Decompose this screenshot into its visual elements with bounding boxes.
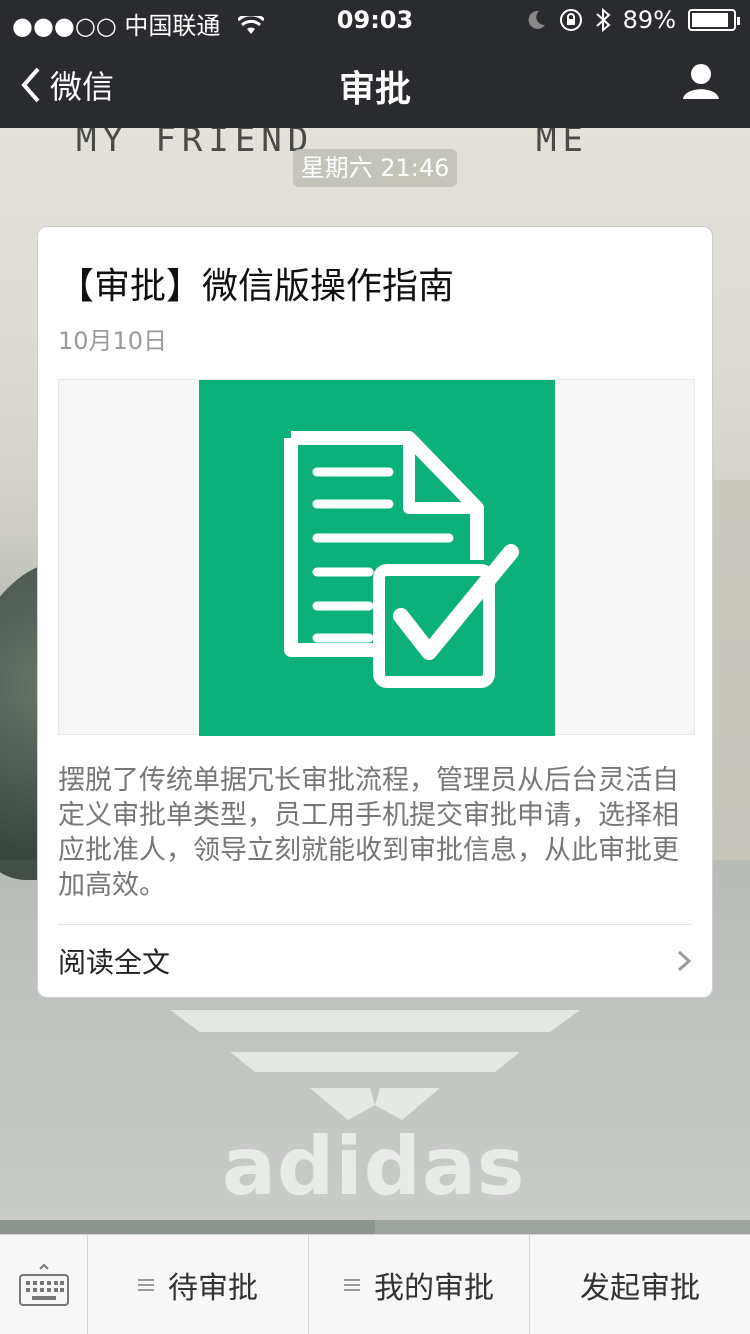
article-date: 10月10日 — [58, 327, 168, 355]
card-divider — [58, 924, 692, 925]
menu-lines-icon — [344, 1276, 360, 1294]
article-title: 【审批】微信版操作指南 — [58, 266, 455, 307]
menu-item-label: 发起审批 — [580, 1271, 700, 1306]
status-right: 89% — [525, 6, 740, 34]
keyboard-toggle-button[interactable] — [0, 1235, 88, 1334]
profile-button[interactable] — [682, 62, 720, 104]
chevron-right-icon — [677, 950, 692, 972]
article-cover-image — [58, 379, 695, 736]
top-bar: ●●●○○ 中国联通 09:03 89% 微信 审批 — [0, 0, 750, 128]
read-more-link[interactable]: 阅读全文 — [58, 927, 692, 995]
article-card[interactable]: 【审批】微信版操作指南 10月10日 摆脱了传统单据冗长审批流程，管理员从后台灵… — [37, 226, 713, 998]
user-icon — [683, 64, 719, 99]
read-more-label: 阅读全文 — [58, 946, 171, 979]
battery-fill — [692, 13, 728, 27]
page-title: 审批 — [338, 69, 411, 110]
menu-lines-icon — [138, 1276, 154, 1294]
article-description: 摆脱了传统单据冗长审批流程，管理员从后台灵活自定义审批单类型，员工用手机提交审批… — [58, 765, 679, 901]
status-bar: ●●●○○ 中国联通 09:03 89% — [0, 0, 750, 40]
menu-item-mine[interactable]: 我的审批 — [309, 1235, 530, 1334]
battery-percent: 89% — [622, 6, 676, 34]
message-timestamp: 星期六 21:46 — [293, 149, 457, 187]
bottom-menu: 待审批 我的审批 发起审批 — [0, 1234, 750, 1334]
menu-item-create[interactable]: 发起审批 — [530, 1235, 750, 1334]
nav-bar: 微信 审批 — [0, 40, 750, 128]
bluetooth-icon — [595, 8, 611, 32]
keyboard-icon — [18, 1263, 69, 1306]
battery-icon — [688, 9, 740, 31]
menu-item-label: 我的审批 — [374, 1271, 494, 1306]
logo-text: adidas — [222, 1120, 526, 1213]
rotation-lock-icon — [559, 9, 582, 31]
menu-item-pending[interactable]: 待审批 — [88, 1235, 309, 1334]
moon-icon — [528, 10, 545, 29]
menu-item-label: 待审批 — [168, 1271, 258, 1306]
document-check-icon — [284, 431, 519, 688]
adidas-logo-icon — [170, 1010, 580, 1120]
cover-green-panel — [199, 380, 555, 736]
